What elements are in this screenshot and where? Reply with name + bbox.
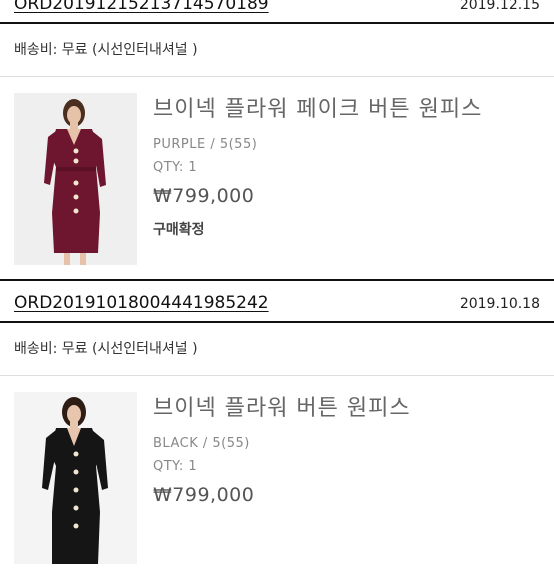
- order-header: ORD20191018004441985242 2019.10.18: [0, 291, 554, 323]
- product-price: ₩799,000: [153, 484, 255, 506]
- product-info: 브이넥 플라워 버튼 원피스 BLACK / 5(55) QTY: 1 ₩799…: [153, 390, 544, 518]
- product-quantity: QTY: 1: [153, 160, 198, 175]
- shipping-info: 배송비: 무료 (시선인터내셔널 ): [0, 323, 554, 376]
- product-info: 브이넥 플라워 페이크 버튼 원피스 PURPLE / 5(55) QTY: 1…: [153, 91, 544, 239]
- product-image[interactable]: [14, 392, 137, 564]
- order-item[interactable]: 브이넥 플라워 페이크 버튼 원피스 PURPLE / 5(55) QTY: 1…: [0, 77, 554, 273]
- order-number-link[interactable]: ORD20191215213714570189: [14, 0, 269, 14]
- order-status: 구매확정: [153, 222, 205, 238]
- product-option: BLACK / 5(55): [153, 436, 250, 451]
- order-item[interactable]: 브이넥 플라워 버튼 원피스 BLACK / 5(55) QTY: 1 ₩799…: [0, 376, 554, 572]
- product-name[interactable]: 브이넥 플라워 버튼 원피스: [153, 390, 544, 422]
- product-quantity: QTY: 1: [153, 459, 198, 474]
- product-price: ₩799,000: [153, 185, 255, 207]
- order-card: ORD20191215213714570189 2019.12.15 배송비: …: [0, 0, 554, 281]
- order-card: ORD20191018004441985242 2019.10.18 배송비: …: [0, 291, 554, 572]
- order-number-link[interactable]: ORD20191018004441985242: [14, 293, 269, 313]
- order-date: 2019.12.15: [459, 0, 540, 13]
- product-image[interactable]: [14, 93, 137, 265]
- shipping-info: 배송비: 무료 (시선인터내셔널 ): [0, 24, 554, 77]
- product-option: PURPLE / 5(55): [153, 137, 258, 152]
- order-header: ORD20191215213714570189 2019.12.15: [0, 0, 554, 24]
- order-date: 2019.10.18: [459, 296, 540, 312]
- section-divider: [0, 273, 554, 281]
- product-name[interactable]: 브이넥 플라워 페이크 버튼 원피스: [153, 91, 544, 123]
